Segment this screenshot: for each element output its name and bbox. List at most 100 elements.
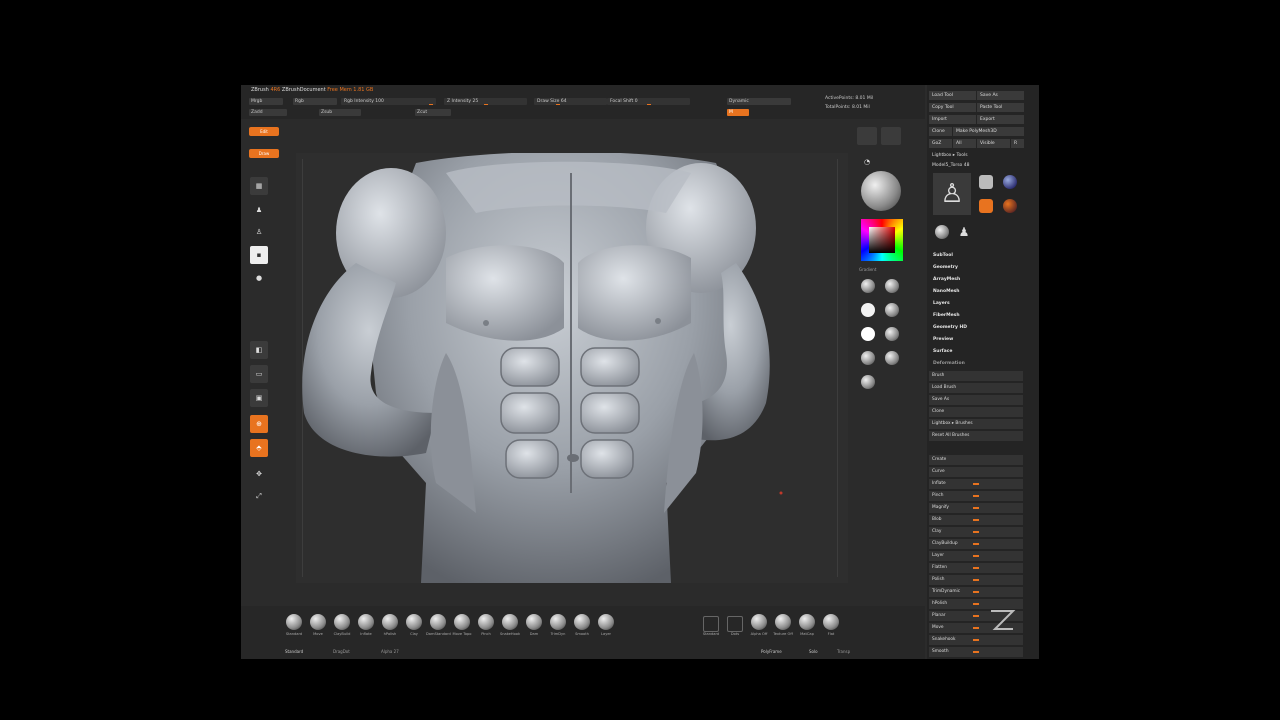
slider-hpolish-knob[interactable] (973, 603, 979, 605)
floor-icon[interactable]: ▭ (250, 365, 268, 383)
brush-move[interactable] (310, 614, 326, 630)
brush-alpha-icon[interactable]: ◔ (857, 153, 877, 171)
clone-row[interactable]: Clone (929, 407, 1023, 417)
scale-view-icon[interactable]: ⤢ (250, 487, 268, 505)
draw-button[interactable]: Draw (249, 149, 279, 158)
brush-claybuild[interactable] (334, 614, 350, 630)
focal-shift-slider[interactable]: Focal Shift 0 (607, 98, 690, 105)
material-sphere-4[interactable] (885, 303, 899, 317)
spix-button[interactable] (881, 127, 901, 145)
slider-claybuildup-knob[interactable] (973, 543, 979, 545)
slider-smooth-knob[interactable] (973, 651, 979, 653)
persp-icon[interactable]: ◧ (250, 341, 268, 359)
cube-tool-thumb[interactable] (979, 175, 993, 189)
material-sphere-7[interactable] (861, 351, 875, 365)
material-sphere-6[interactable] (885, 327, 899, 341)
brush-clay[interactable] (406, 614, 422, 630)
mrgb-button[interactable]: Mrgb (249, 98, 283, 105)
flat-sphere[interactable] (799, 614, 815, 630)
figure-icon[interactable]: ♟ (250, 201, 268, 219)
local-icon[interactable]: ▣ (250, 389, 268, 407)
menu-deformation[interactable]: Deformation (933, 361, 965, 366)
brush-pinch[interactable] (478, 614, 494, 630)
slider-polish[interactable]: Polish (929, 575, 1023, 585)
brush-hpolish[interactable] (382, 614, 398, 630)
save-as-row[interactable]: Save As (929, 395, 1023, 405)
bust-icon[interactable]: ● (250, 269, 268, 287)
material-preview-sphere[interactable] (861, 171, 901, 211)
all-button[interactable]: All (953, 139, 976, 148)
material-sphere-3[interactable] (861, 303, 875, 317)
z-intensity-knob[interactable] (484, 104, 488, 105)
brush-trimdyn[interactable] (550, 614, 566, 630)
move-view-icon[interactable]: ✥ (250, 465, 268, 483)
z-intensity-slider[interactable]: Z Intensity 25 (444, 98, 527, 105)
brush-movetopo[interactable] (454, 614, 470, 630)
grid-icon[interactable]: ▦ (250, 177, 268, 195)
reset-brushes-row[interactable]: Reset All Brushes (929, 431, 1023, 441)
make-polymesh-button[interactable]: Make PolyMesh3D (953, 127, 1024, 136)
material-sphere-1[interactable] (861, 279, 875, 293)
import-button[interactable]: Import (929, 115, 976, 124)
current-tool-thumb[interactable]: ♙ (933, 173, 971, 215)
simplebrush-tool-thumb[interactable] (979, 199, 993, 213)
brush-standard[interactable] (286, 614, 302, 630)
brush-layer[interactable] (598, 614, 614, 630)
zsub-button[interactable]: Zsub (319, 109, 361, 116)
goz-button[interactable]: GoZ (929, 139, 952, 148)
slider-magnify-knob[interactable] (973, 507, 979, 509)
slider-clay[interactable]: Clay (929, 527, 1023, 537)
texture-icon[interactable]: ▪ (250, 246, 268, 264)
curve-row[interactable]: Curve (929, 467, 1023, 477)
slider-smooth[interactable]: Smooth (929, 647, 1023, 657)
brush-damstandard[interactable] (430, 614, 446, 630)
edit-button[interactable]: Edit (249, 127, 279, 136)
slider-flatten-knob[interactable] (973, 567, 979, 569)
slider-claybuildup[interactable]: ClayBuildup (929, 539, 1023, 549)
material-sphere-8[interactable] (885, 351, 899, 365)
slider-layer-knob[interactable] (973, 555, 979, 557)
brush-dam[interactable] (526, 614, 542, 630)
skin-sphere[interactable] (823, 614, 839, 630)
zcut-button[interactable]: Zcut (415, 109, 451, 116)
rgb-button[interactable]: Rgb (293, 98, 337, 105)
slider-inflate[interactable]: Inflate (929, 479, 1023, 489)
menu-preview[interactable]: Preview (933, 337, 953, 342)
brush-menu-header[interactable]: Brush (929, 371, 1023, 381)
slider-magnify[interactable]: Magnify (929, 503, 1023, 513)
slider-flatten[interactable]: Flatten (929, 563, 1023, 573)
export-button[interactable]: Export (977, 115, 1024, 124)
load-tool-button[interactable]: Load Tool (929, 91, 976, 100)
menu-geometry[interactable]: Geometry (933, 265, 958, 270)
slider-snakehook-knob[interactable] (973, 639, 979, 641)
material-sphere-2[interactable] (885, 279, 899, 293)
visible-button[interactable]: Visible (977, 139, 1010, 148)
matcap-sphere[interactable] (775, 614, 791, 630)
material-sphere-5[interactable] (861, 327, 875, 341)
slider-trimdynamic[interactable]: TrimDynamic (929, 587, 1023, 597)
lightbox-brushes-row[interactable]: Lightbox ▸ Brushes (929, 419, 1023, 429)
document-canvas[interactable] (296, 153, 848, 583)
model-tool-thumb[interactable]: ♟ (957, 225, 971, 239)
slider-planar-knob[interactable] (973, 615, 979, 617)
menu-surface[interactable]: Surface (933, 349, 952, 354)
slider-pinch-knob[interactable] (973, 495, 979, 497)
slider-trimdynamic-knob[interactable] (973, 591, 979, 593)
create-row[interactable]: Create (929, 455, 1023, 465)
figure-small-icon[interactable]: ♙ (250, 223, 268, 241)
menu-fibermesh[interactable]: FiberMesh (933, 313, 960, 318)
draw-size-slider[interactable]: Draw Size 64 (534, 98, 607, 105)
paste-tool-button[interactable]: Paste Tool (977, 103, 1024, 112)
save-as-button[interactable]: Save As (977, 91, 1024, 100)
focal-shift-knob[interactable] (647, 104, 651, 105)
brush-smooth[interactable] (574, 614, 590, 630)
load-brush-row[interactable]: Load Brush (929, 383, 1023, 393)
color-picker[interactable] (861, 219, 903, 261)
menu-arraymesh[interactable]: ArrayMesh (933, 277, 960, 282)
slider-pinch[interactable]: Pinch (929, 491, 1023, 501)
menu-subtool[interactable]: SubTool (933, 253, 953, 258)
slider-polish-knob[interactable] (973, 579, 979, 581)
slider-snakehook[interactable]: Snakehook (929, 635, 1023, 645)
zadd-button[interactable]: Zadd (249, 109, 287, 116)
menu-layers[interactable]: Layers (933, 301, 950, 306)
